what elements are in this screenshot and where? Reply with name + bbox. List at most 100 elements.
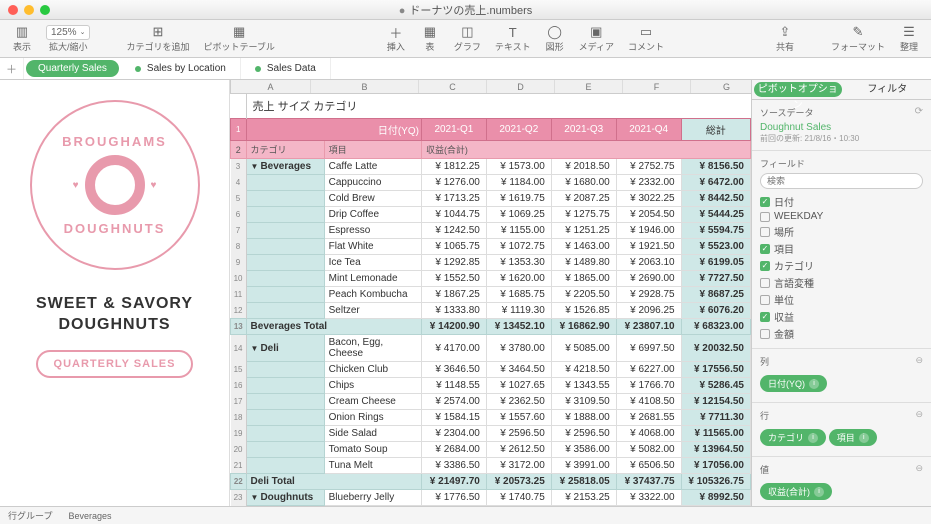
table-row[interactable]: 19Side Salad¥ 2304.00¥ 2596.50¥ 2596.50¥…	[231, 426, 751, 442]
table-row[interactable]: 3▼BeveragesCaffe Latte¥ 1812.25¥ 1573.00…	[231, 159, 751, 175]
last-updated: 前回の更新: 21/8/16・10:30	[760, 133, 923, 144]
dot-icon	[135, 66, 141, 72]
insert-button[interactable]: ＋挿入	[380, 24, 412, 53]
info-icon[interactable]: i	[814, 487, 824, 497]
checkbox-icon[interactable]: ✓	[760, 261, 770, 271]
shape-button[interactable]: ◯図形	[539, 24, 571, 53]
checkbox-icon[interactable]: ✓	[760, 197, 770, 207]
field-option[interactable]: ✓カテゴリ	[760, 257, 923, 274]
fields-label: フィールド	[760, 157, 923, 170]
toolbar: ▥表示 125%⌄拡大/縮小 ⊞カテゴリを追加 ▦ピボットテーブル ＋挿入 ▦表…	[0, 20, 931, 58]
table-row[interactable]: 9Ice Tea¥ 1292.85¥ 1353.30¥ 1489.80¥ 206…	[231, 255, 751, 271]
sheet-tab-quarterly[interactable]: Quarterly Sales	[26, 60, 119, 77]
info-icon[interactable]: i	[859, 433, 869, 443]
field-option[interactable]: ✓収益	[760, 308, 923, 325]
rows-label: 行	[760, 409, 769, 422]
values-label: 値	[760, 463, 769, 476]
table-row[interactable]: 18Onion Rings¥ 1584.15¥ 1557.60¥ 1888.00…	[231, 410, 751, 426]
spreadsheet[interactable]: A B C D E F G 売上 サイズ カテゴリ 1日付(YQ) 2021-Q…	[230, 80, 751, 506]
remove-icon[interactable]: ⊖	[915, 463, 923, 476]
brand-pane: BROUGHAMS ♥ ♥ DOUGHNUTS SWEET & SAVORYDO…	[0, 80, 230, 506]
share-button[interactable]: ⇪共有	[769, 24, 801, 53]
table-row[interactable]: 12Seltzer¥ 1333.80¥ 1119.30¥ 1526.85¥ 20…	[231, 303, 751, 319]
checkbox-icon[interactable]: ✓	[760, 312, 770, 322]
checkbox-icon[interactable]	[760, 295, 770, 305]
tagline: SWEET & SAVORYDOUGHNUTS	[36, 294, 193, 336]
table-row[interactable]: 21Tuna Melt¥ 3386.50¥ 3172.00¥ 3991.00¥ …	[231, 458, 751, 474]
field-option[interactable]: 金額	[760, 325, 923, 342]
table-row[interactable]: 5Cold Brew¥ 1713.25¥ 1619.75¥ 2087.25¥ 3…	[231, 191, 751, 207]
table-row[interactable]: 6Drip Coffee¥ 1044.75¥ 1069.25¥ 1275.75¥…	[231, 207, 751, 223]
tab-filter[interactable]: フィルタ	[844, 80, 931, 99]
table-row[interactable]: 23▼DoughnutsBlueberry Jelly¥ 1776.50¥ 17…	[231, 490, 751, 506]
quarterly-sales-button[interactable]: QUARTERLY SALES	[36, 350, 194, 378]
field-option[interactable]: ✓項目	[760, 240, 923, 257]
sheet-tabs: ＋ Quarterly Sales Sales by Location Sale…	[0, 58, 931, 80]
heart-icon: ♥	[151, 180, 157, 191]
window-title: ●ドーナツの売上.numbers	[0, 2, 931, 18]
info-icon[interactable]: i	[808, 433, 818, 443]
column-pill[interactable]: 日付(YQ)i	[760, 375, 827, 392]
pivot-button[interactable]: ▦ピボットテーブル	[197, 24, 280, 53]
view-button[interactable]: ▥表示	[6, 24, 38, 53]
checkbox-icon[interactable]	[760, 212, 770, 222]
field-option[interactable]: 場所	[760, 223, 923, 240]
columns-label: 列	[760, 355, 769, 368]
logo-text-top: BROUGHAMS	[62, 134, 167, 149]
field-option[interactable]: 単位	[760, 291, 923, 308]
pivot-table[interactable]: 売上 サイズ カテゴリ 1日付(YQ) 2021-Q12021-Q22021-Q…	[230, 94, 751, 506]
table-title: 売上 サイズ カテゴリ	[246, 94, 750, 119]
logo-text-bottom: DOUGHNUTS	[64, 221, 166, 236]
checkbox-icon[interactable]	[760, 278, 770, 288]
checkbox-icon[interactable]: ✓	[760, 244, 770, 254]
row-pill[interactable]: 項目i	[829, 429, 877, 446]
titlebar: ●ドーナツの売上.numbers	[0, 0, 931, 20]
field-option[interactable]: ✓日付	[760, 193, 923, 210]
organize-button[interactable]: ☰整理	[893, 24, 925, 53]
table-row[interactable]: 15Chicken Club¥ 3646.50¥ 3464.50¥ 4218.5…	[231, 362, 751, 378]
add-category-button[interactable]: ⊞カテゴリを追加	[120, 24, 195, 53]
checkbox-icon[interactable]	[760, 329, 770, 339]
subtotal-row[interactable]: 22Deli Total¥ 21497.70¥ 20573.25¥ 25818.…	[231, 474, 751, 490]
info-icon[interactable]: i	[809, 379, 819, 389]
table-row[interactable]: 7Espresso¥ 1242.50¥ 1155.00¥ 1251.25¥ 19…	[231, 223, 751, 239]
source-name[interactable]: Doughnut Sales	[760, 122, 923, 133]
refresh-icon[interactable]: ⟳	[915, 106, 923, 119]
footer-label: 行グループ	[8, 509, 52, 522]
sheet-tab-data[interactable]: Sales Data	[241, 58, 331, 79]
footer-group[interactable]: Beverages	[68, 511, 111, 521]
table-row[interactable]: 4Cappuccino¥ 1276.00¥ 1184.00¥ 1680.00¥ …	[231, 175, 751, 191]
subtotal-row[interactable]: 13Beverages Total¥ 14200.90¥ 13452.10¥ 1…	[231, 319, 751, 335]
media-button[interactable]: ▣メディア	[573, 24, 620, 53]
sheet-tab-location[interactable]: Sales by Location	[121, 58, 241, 79]
text-button[interactable]: Tテキスト	[489, 24, 537, 53]
value-pill[interactable]: 収益(合計)i	[760, 483, 832, 500]
table-row[interactable]: 20Tomato Soup¥ 2684.00¥ 2612.50¥ 3586.00…	[231, 442, 751, 458]
table-button[interactable]: ▦表	[414, 24, 446, 53]
row-pill[interactable]: カテゴリi	[760, 429, 826, 446]
field-option[interactable]: WEEKDAY	[760, 210, 923, 223]
column-headers: A B C D E F G	[230, 80, 751, 94]
source-label: ソースデータ	[760, 106, 814, 119]
table-row[interactable]: 24Caramel Saffron¥ 2149.00¥ 2376.50¥ 264…	[231, 506, 751, 507]
tab-pivot-options[interactable]: ピボットオプション	[754, 82, 842, 97]
zoom-control[interactable]: 125%⌄拡大/縮小	[40, 25, 96, 53]
format-button[interactable]: ✎フォーマット	[825, 24, 891, 53]
logo: BROUGHAMS ♥ ♥ DOUGHNUTS	[30, 100, 200, 270]
checkbox-icon[interactable]	[760, 227, 770, 237]
heart-icon: ♥	[73, 180, 79, 191]
table-row[interactable]: 17Cream Cheese¥ 2574.00¥ 2362.50¥ 3109.5…	[231, 394, 751, 410]
comment-button[interactable]: ▭コメント	[622, 24, 670, 53]
chart-button[interactable]: ◫グラフ	[448, 24, 487, 53]
dot-icon	[255, 66, 261, 72]
table-row[interactable]: 14▼DeliBacon, Egg, Cheese¥ 4170.00¥ 3780…	[231, 335, 751, 362]
table-row[interactable]: 10Mint Lemonade¥ 1552.50¥ 1620.00¥ 1865.…	[231, 271, 751, 287]
remove-icon[interactable]: ⊖	[915, 355, 923, 368]
field-search-input[interactable]	[760, 173, 923, 189]
table-row[interactable]: 11Peach Kombucha¥ 1867.25¥ 1685.75¥ 2205…	[231, 287, 751, 303]
add-sheet-button[interactable]: ＋	[0, 58, 24, 79]
field-option[interactable]: 言語変種	[760, 274, 923, 291]
table-row[interactable]: 8Flat White¥ 1065.75¥ 1072.75¥ 1463.00¥ …	[231, 239, 751, 255]
table-row[interactable]: 16Chips¥ 1148.55¥ 1027.65¥ 1343.55¥ 1766…	[231, 378, 751, 394]
remove-icon[interactable]: ⊖	[915, 409, 923, 422]
